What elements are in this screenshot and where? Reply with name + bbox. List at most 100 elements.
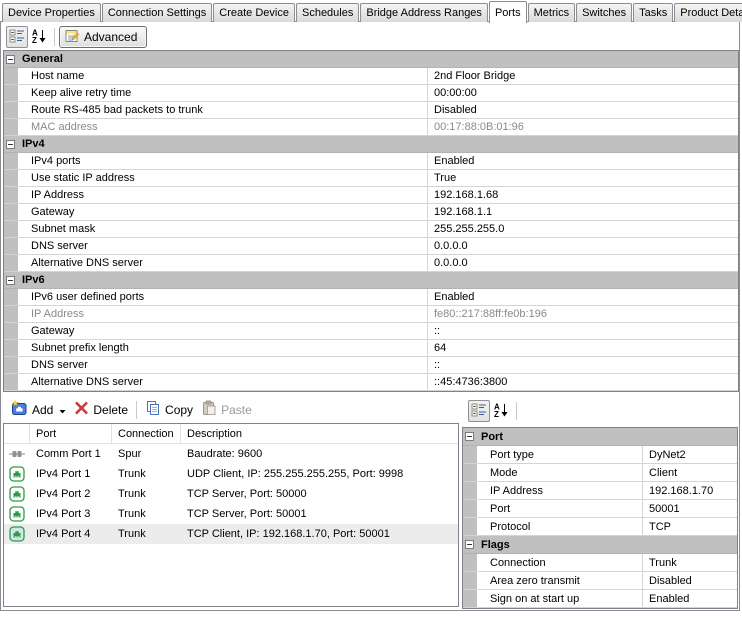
property-name[interactable]: IP Address — [18, 187, 428, 203]
port-list-item[interactable]: IPv4 Port 2 Trunk TCP Server, Port: 50000 — [4, 484, 458, 504]
property-name[interactable]: MAC address — [18, 119, 428, 135]
property-name[interactable]: Connection — [477, 554, 643, 571]
property-name[interactable]: IPv6 user defined ports — [18, 289, 428, 305]
tab-device-properties[interactable]: Device Properties — [2, 3, 101, 22]
property-name[interactable]: Port type — [477, 446, 643, 463]
tab-switches[interactable]: Switches — [576, 3, 633, 22]
alphabetical-sort-button[interactable]: A Z — [28, 26, 50, 48]
delete-button[interactable]: Delete — [70, 400, 132, 419]
add-dropdown-caret[interactable] — [59, 403, 66, 417]
property-row[interactable]: Use static IP address True — [4, 170, 738, 187]
property-name[interactable]: Mode — [477, 464, 643, 481]
property-name[interactable]: Protocol — [477, 518, 643, 535]
category-row[interactable]: Port — [463, 428, 737, 446]
tab-metrics[interactable]: Metrics — [527, 3, 576, 22]
property-row[interactable]: Area zero transmit Disabled — [463, 572, 737, 590]
property-value[interactable]: 0.0.0.0 — [428, 238, 738, 254]
property-row[interactable]: MAC address 00:17:88:0B:01:96 — [4, 119, 738, 136]
property-value[interactable]: 192.168.1.1 — [428, 204, 738, 220]
property-value[interactable]: Disabled — [428, 102, 738, 118]
property-name[interactable]: Alternative DNS server — [18, 255, 428, 271]
collapse-minus-icon[interactable] — [465, 540, 474, 549]
property-name[interactable]: Area zero transmit — [477, 572, 643, 589]
column-header-description[interactable]: Description — [181, 424, 458, 444]
tab-bridge-address-ranges[interactable]: Bridge Address Ranges — [360, 3, 488, 22]
property-row[interactable]: Alternative DNS server::45:4736:3800 — [4, 374, 738, 391]
property-name[interactable]: Subnet prefix length — [18, 340, 428, 356]
category-row[interactable]: IPv6 — [4, 272, 738, 289]
paste-button[interactable]: Paste — [197, 399, 256, 420]
property-name[interactable]: Port — [477, 500, 643, 517]
property-name[interactable]: IP Address — [477, 482, 643, 499]
property-value[interactable]: 192.168.1.70 — [643, 482, 737, 499]
categorized-view-button[interactable] — [6, 26, 28, 48]
property-name[interactable]: Host name — [18, 68, 428, 84]
tab-schedules[interactable]: Schedules — [295, 3, 360, 22]
property-row[interactable]: Port type DyNet2 — [463, 446, 737, 464]
property-value[interactable]: 255.255.255.0 — [428, 221, 738, 237]
property-value[interactable]: 00:17:88:0B:01:96 — [428, 119, 738, 135]
property-name[interactable]: Alternative DNS server — [18, 374, 428, 390]
property-name[interactable]: Sign on at start up — [477, 590, 643, 607]
property-row[interactable]: Subnet mask 255.255.255.0 — [4, 221, 738, 238]
property-row[interactable]: Sign on at start up Enabled — [463, 590, 737, 608]
property-value[interactable]: :: — [428, 323, 738, 339]
property-value[interactable]: ::45:4736:3800 — [428, 374, 738, 390]
property-name[interactable]: DNS server — [18, 357, 428, 373]
property-value[interactable]: Enabled — [643, 590, 737, 607]
property-row[interactable]: Gateway:: — [4, 323, 738, 340]
property-value[interactable]: TCP — [643, 518, 737, 535]
property-row[interactable]: Alternative DNS server 0.0.0.0 — [4, 255, 738, 272]
collapse-minus-icon[interactable] — [465, 432, 474, 441]
property-row[interactable]: Keep alive retry time 00:00:00 — [4, 85, 738, 102]
property-row[interactable]: IPv6 user defined ports Enabled — [4, 289, 738, 306]
property-row[interactable]: IP Address 192.168.1.70 — [463, 482, 737, 500]
property-value[interactable]: Disabled — [643, 572, 737, 589]
copy-button[interactable]: Copy — [141, 399, 197, 420]
property-row[interactable]: DNS server:: — [4, 357, 738, 374]
property-value[interactable]: Enabled — [428, 153, 738, 169]
property-value[interactable]: 2nd Floor Bridge — [428, 68, 738, 84]
tab-connection-settings[interactable]: Connection Settings — [101, 3, 213, 22]
property-value[interactable]: 192.168.1.68 — [428, 187, 738, 203]
property-row[interactable]: IPv4 ports Enabled — [4, 153, 738, 170]
category-row[interactable]: General — [4, 51, 738, 68]
collapse-minus-icon[interactable] — [6, 275, 15, 285]
property-name[interactable]: IPv4 ports — [18, 153, 428, 169]
property-name[interactable]: IP Address — [18, 306, 428, 322]
property-row[interactable]: IP Address fe80::217:88ff:fe0b:196 — [4, 306, 738, 323]
property-row[interactable]: IP Address 192.168.1.68 — [4, 187, 738, 204]
property-row[interactable]: Host name 2nd Floor Bridge — [4, 68, 738, 85]
column-header-port[interactable]: Port — [30, 424, 112, 444]
property-name[interactable]: Route RS-485 bad packets to trunk — [18, 102, 428, 118]
property-value[interactable]: 00:00:00 — [428, 85, 738, 101]
property-row[interactable]: Port 50001 — [463, 500, 737, 518]
port-list-item[interactable]: Comm Port 1 Spur Baudrate: 9600 — [4, 444, 458, 464]
port-list-item[interactable]: IPv4 Port 3 Trunk TCP Server, Port: 50001 — [4, 504, 458, 524]
tab-ports[interactable]: Ports — [488, 1, 527, 23]
property-name[interactable]: Use static IP address — [18, 170, 428, 186]
category-row[interactable]: Flags — [463, 536, 737, 554]
property-name[interactable]: Gateway — [18, 323, 428, 339]
collapse-minus-icon[interactable] — [6, 54, 15, 64]
property-value[interactable]: 50001 — [643, 500, 737, 517]
category-row[interactable]: IPv4 — [4, 136, 738, 153]
property-row[interactable]: Protocol TCP — [463, 518, 737, 536]
property-name[interactable]: Gateway — [18, 204, 428, 220]
property-row[interactable]: Connection Trunk — [463, 554, 737, 572]
property-name[interactable]: DNS server — [18, 238, 428, 254]
alphabetical-sort-button[interactable]: A Z — [490, 400, 512, 422]
property-name[interactable]: Keep alive retry time — [18, 85, 428, 101]
property-value[interactable]: DyNet2 — [643, 446, 737, 463]
property-row[interactable]: DNS server 0.0.0.0 — [4, 238, 738, 255]
property-value[interactable]: fe80::217:88ff:fe0b:196 — [428, 306, 738, 322]
property-value[interactable]: Client — [643, 464, 737, 481]
advanced-button[interactable]: Advanced — [59, 26, 148, 48]
port-list-item[interactable]: IPv4 Port 1 Trunk UDP Client, IP: 255.255.… — [4, 464, 458, 484]
port-list-item[interactable]: IPv4 Port 4 Trunk TCP Client, IP: 192.168.… — [4, 524, 458, 544]
property-row[interactable]: Gateway 192.168.1.1 — [4, 204, 738, 221]
property-row[interactable]: Subnet prefix length 64 — [4, 340, 738, 357]
property-value[interactable]: 64 — [428, 340, 738, 356]
property-name[interactable]: Subnet mask — [18, 221, 428, 237]
tab-create-device[interactable]: Create Device — [213, 3, 295, 22]
